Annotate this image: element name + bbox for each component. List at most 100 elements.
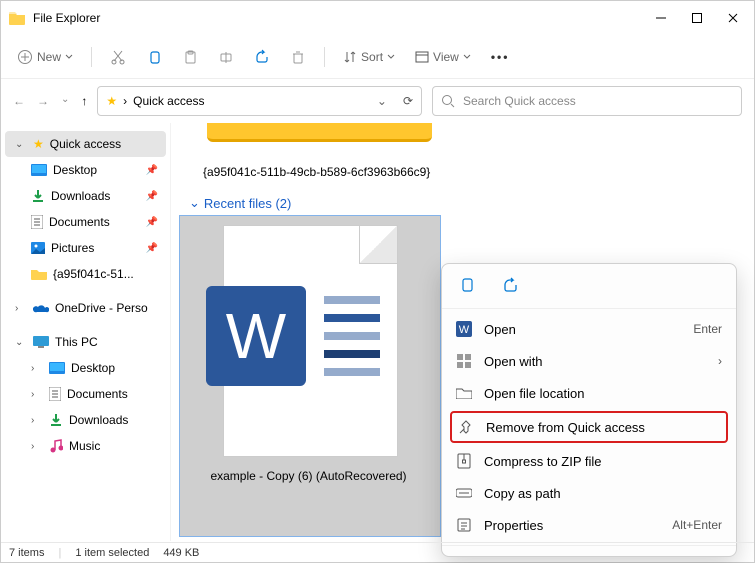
section-recent-files[interactable]: ⌄ Recent files (2) — [189, 195, 291, 211]
sidebar-item-desktop[interactable]: Desktop 📌 — [1, 157, 170, 183]
menu-label: Properties — [484, 518, 543, 533]
sidebar-item-documents[interactable]: Documents 📌 — [1, 209, 170, 235]
menu-label: Open file location — [484, 386, 584, 401]
new-button[interactable]: New — [11, 45, 79, 69]
title-bar: File Explorer — [1, 1, 754, 35]
sidebar-label: Desktop — [53, 163, 97, 177]
breadcrumb-dropdown[interactable]: ⌄ — [377, 94, 387, 108]
chevron-right-icon: › — [123, 94, 127, 108]
rename-button[interactable] — [212, 45, 240, 69]
context-menu-properties[interactable]: Properties Alt+Enter — [442, 509, 736, 541]
sidebar-item-pictures[interactable]: Pictures 📌 — [1, 235, 170, 261]
chevron-down-icon: ⌄ — [15, 139, 27, 150]
chevron-right-icon: › — [31, 441, 43, 452]
maximize-button[interactable] — [690, 11, 704, 25]
pin-icon: 📌 — [146, 191, 158, 202]
context-menu: W Open Enter Open with › Open file locat… — [441, 263, 737, 557]
pin-icon: 📌 — [146, 165, 158, 176]
zip-icon — [456, 453, 472, 469]
up-button[interactable]: ↑ — [81, 94, 87, 108]
pin-icon: 📌 — [146, 217, 158, 228]
sidebar-item-downloads[interactable]: Downloads 📌 — [1, 183, 170, 209]
sidebar-label: Downloads — [51, 189, 110, 203]
copy-button[interactable] — [140, 45, 168, 69]
sort-button[interactable]: Sort — [337, 46, 401, 68]
context-menu-copy-as-path[interactable]: Copy as path — [442, 477, 736, 509]
command-toolbar: New Sort View ••• — [1, 35, 754, 79]
search-input[interactable]: Search Quick access — [432, 86, 742, 116]
copy-icon[interactable] — [458, 276, 478, 296]
path-icon — [456, 485, 472, 501]
sidebar-label: Downloads — [69, 413, 128, 427]
menu-label: Remove from Quick access — [486, 420, 645, 435]
window-title: File Explorer — [33, 11, 654, 25]
folder-name-label: {a95f041c-511b-49cb-b589-6cf3963b66c9} — [203, 165, 430, 179]
word-icon: W — [456, 321, 472, 337]
chevron-right-icon: › — [15, 303, 27, 314]
page-fold-icon — [359, 226, 397, 264]
file-thumbnail[interactable]: W — [223, 225, 398, 457]
star-icon: ★ — [106, 94, 117, 108]
sidebar-label: Pictures — [51, 241, 94, 255]
sidebar-item-pc-desktop[interactable]: › Desktop — [1, 355, 170, 381]
context-menu-compress-zip[interactable]: Compress to ZIP file — [442, 445, 736, 477]
sidebar-label: {a95f041c-51... — [53, 267, 134, 281]
file-caption: example - Copy (6) (AutoRecovered) — [181, 469, 436, 483]
folder-thumbnail[interactable] — [207, 123, 432, 142]
picture-icon — [31, 242, 45, 254]
download-icon — [31, 189, 45, 203]
delete-button[interactable] — [284, 45, 312, 69]
sidebar-item-guidfolder[interactable]: {a95f041c-51... — [1, 261, 170, 287]
status-size: 449 KB — [163, 547, 199, 559]
sidebar-item-pc-downloads[interactable]: › Downloads — [1, 407, 170, 433]
paste-button[interactable] — [176, 45, 204, 69]
chevron-right-icon: › — [31, 415, 43, 426]
properties-icon — [456, 517, 472, 533]
search-placeholder: Search Quick access — [463, 94, 576, 108]
document-icon — [31, 215, 43, 229]
share-icon[interactable] — [502, 276, 522, 296]
folder-icon — [456, 385, 472, 401]
recent-dropdown[interactable]: ⌄ — [61, 94, 69, 108]
status-item-count: 7 items — [9, 547, 44, 559]
sidebar-item-thispc[interactable]: ⌄ This PC — [1, 329, 170, 355]
breadcrumb-location: Quick access — [133, 94, 204, 108]
breadcrumb[interactable]: ★ › Quick access ⌄ ⟳ — [97, 86, 422, 116]
context-menu-remove-quickaccess[interactable]: Remove from Quick access — [450, 411, 728, 443]
menu-label: Compress to ZIP file — [484, 454, 602, 469]
navigation-sidebar: ⌄ ★ Quick access Desktop 📌 Downloads 📌 D… — [1, 123, 171, 541]
desktop-icon — [49, 362, 65, 374]
sidebar-item-pc-music[interactable]: › Music — [1, 433, 170, 459]
context-menu-open-with[interactable]: Open with › — [442, 345, 736, 377]
chevron-right-icon: › — [31, 389, 43, 400]
refresh-button[interactable]: ⟳ — [403, 94, 413, 108]
new-label: New — [37, 50, 61, 64]
menu-label: Copy as path — [484, 486, 561, 501]
minimize-button[interactable] — [654, 11, 668, 25]
sidebar-label: Documents — [67, 387, 128, 401]
sort-label: Sort — [361, 50, 383, 64]
star-icon: ★ — [33, 137, 44, 151]
sidebar-label: Desktop — [71, 361, 115, 375]
view-button[interactable]: View — [409, 46, 477, 68]
chevron-right-icon: › — [718, 354, 722, 368]
context-menu-open-location[interactable]: Open file location — [442, 377, 736, 409]
sidebar-item-onedrive[interactable]: › OneDrive - Perso — [1, 295, 170, 321]
sidebar-item-pc-documents[interactable]: › Documents — [1, 381, 170, 407]
chevron-down-icon: ⌄ — [15, 337, 27, 348]
chevron-down-icon: ⌄ — [189, 195, 200, 211]
word-icon: W — [206, 286, 306, 386]
close-button[interactable] — [726, 11, 740, 25]
cut-button[interactable] — [104, 45, 132, 69]
share-button[interactable] — [248, 45, 276, 69]
sidebar-item-quickaccess[interactable]: ⌄ ★ Quick access — [5, 131, 166, 157]
pin-icon: 📌 — [146, 243, 158, 254]
context-menu-open[interactable]: W Open Enter — [442, 313, 736, 345]
forward-button[interactable]: → — [37, 94, 49, 108]
document-icon — [49, 387, 61, 401]
monitor-icon — [33, 336, 49, 348]
more-button[interactable]: ••• — [485, 46, 516, 68]
back-button[interactable]: ← — [13, 94, 25, 108]
svg-text:W: W — [459, 324, 470, 336]
download-icon — [49, 413, 63, 427]
